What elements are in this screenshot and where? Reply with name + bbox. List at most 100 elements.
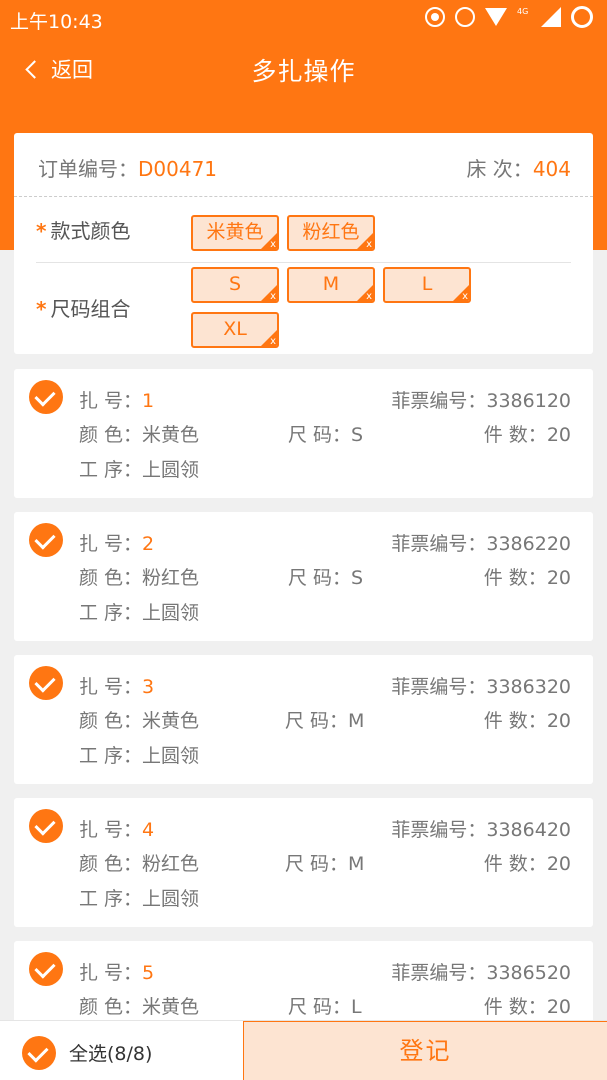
- ticket-number: 菲票编号：3386520: [391, 958, 571, 985]
- bundle-quantity-value: 20: [546, 567, 571, 589]
- close-icon: x: [366, 239, 372, 250]
- select-all-label[interactable]: 全选(8/8): [69, 1039, 152, 1066]
- alarm-icon: [455, 7, 475, 27]
- bundle-color: 颜 色：米黄色: [79, 706, 199, 733]
- field-label: 尺 码：: [288, 996, 352, 1018]
- bundle-process-value: 上圆领: [142, 602, 200, 624]
- field-label: 颜 色：: [79, 853, 143, 875]
- check-icon[interactable]: [29, 952, 63, 986]
- field-label: 件 数：: [483, 424, 547, 446]
- check-icon[interactable]: [29, 809, 63, 843]
- size-chip-3[interactable]: XL x: [191, 312, 279, 348]
- bundle-color-value: 米黄色: [142, 424, 200, 446]
- page-title: 多扎操作: [251, 57, 356, 86]
- check-icon[interactable]: [29, 523, 63, 557]
- order-header-card: 订单编号：D00471 床 次：404 * 款式颜色 米黄色 x 粉红色 x * 尺…: [14, 133, 593, 354]
- field-label: 件 数：: [483, 710, 547, 732]
- field-label: 工 序：: [79, 745, 143, 767]
- bundle-quantity: 件 数：20: [484, 849, 571, 876]
- bundle-color-value: 米黄色: [142, 996, 200, 1018]
- ticket-number: 菲票编号：3386220: [391, 529, 571, 556]
- bundle-size-value: M: [348, 853, 365, 875]
- bundle-size: 尺 码：S: [288, 563, 363, 590]
- size-chip-0[interactable]: S x: [191, 267, 279, 303]
- bundle-quantity-value: 20: [546, 996, 571, 1018]
- bundle-number-value: 5: [142, 962, 155, 984]
- field-label: 菲票编号：: [391, 390, 487, 412]
- bundle-number-value: 3: [142, 676, 155, 698]
- bundle-quantity: 件 数：20: [484, 563, 571, 590]
- bundle-size: 尺 码：M: [285, 849, 364, 876]
- close-icon: x: [366, 291, 372, 302]
- color-options-label-text: 款式颜色: [50, 219, 131, 243]
- status-icons: 4G: [425, 6, 593, 28]
- field-label: 工 序：: [79, 459, 143, 481]
- check-icon[interactable]: [29, 380, 63, 414]
- bundle-number-value: 4: [142, 819, 155, 841]
- bundle-color: 颜 色：米黄色: [79, 992, 199, 1019]
- bundle-number: 扎 号：2: [79, 529, 154, 556]
- bundle-size-value: L: [351, 996, 362, 1018]
- field-label: 件 数：: [483, 853, 547, 875]
- bundle-process: 工 序：上圆领: [79, 884, 199, 911]
- field-label: 颜 色：: [79, 567, 143, 589]
- select-all-check-icon[interactable]: [22, 1036, 56, 1070]
- signal-icon: [541, 7, 561, 27]
- field-label: 菲票编号：: [391, 962, 487, 984]
- ticket-number-value: 3386520: [486, 962, 571, 984]
- chip-label: S: [228, 273, 242, 295]
- required-star-icon: *: [36, 219, 47, 243]
- field-label: 菲票编号：: [391, 533, 487, 555]
- color-chip-1[interactable]: 粉红色 x: [287, 215, 375, 251]
- check-icon[interactable]: [29, 666, 63, 700]
- bundle-size: 尺 码：S: [288, 420, 363, 447]
- required-star-icon: *: [36, 297, 47, 321]
- color-options-row: * 款式颜色 米黄色 x 粉红色 x: [36, 199, 571, 263]
- bundle-size: 尺 码：L: [288, 992, 362, 1019]
- close-icon: x: [270, 239, 276, 250]
- field-label: 尺 码：: [285, 710, 349, 732]
- chip-label: XL: [223, 318, 247, 340]
- register-button[interactable]: 登记: [243, 1021, 607, 1080]
- bundle-color: 颜 色：米黄色: [79, 420, 199, 447]
- bundle-quantity: 件 数：20: [484, 992, 571, 1019]
- field-label: 扎 号：: [79, 962, 143, 984]
- bundle-list-item[interactable]: 扎 号：4 菲票编号：3386420 颜 色：粉红色 尺 码：M 件 数：20 …: [14, 798, 593, 927]
- bundle-number: 扎 号：3: [79, 672, 154, 699]
- size-options-row: * 尺码组合 S x M x L x XL x: [36, 264, 571, 354]
- bed-number: 床 次：404: [466, 153, 571, 182]
- bundle-number: 扎 号：5: [79, 958, 154, 985]
- bottom-action-bar: 全选(8/8) 登记: [0, 1020, 607, 1080]
- field-label: 扎 号：: [79, 676, 143, 698]
- bundle-list-item[interactable]: 扎 号：2 菲票编号：3386220 颜 色：粉红色 尺 码：S 件 数：20 …: [14, 512, 593, 641]
- bundle-number-value: 2: [142, 533, 155, 555]
- order-number-label: 订单编号：: [38, 157, 138, 181]
- bundle-size-value: S: [351, 424, 364, 446]
- close-icon: x: [462, 291, 468, 302]
- ticket-number-value: 3386420: [486, 819, 571, 841]
- bundle-process-value: 上圆领: [142, 745, 200, 767]
- chip-label: 粉红色: [302, 221, 360, 243]
- order-number-value: D00471: [138, 157, 218, 181]
- status-time: 上午10:43: [10, 11, 103, 33]
- bundle-quantity-value: 20: [546, 710, 571, 732]
- field-label: 菲票编号：: [391, 676, 487, 698]
- chip-label: M: [322, 273, 340, 295]
- ticket-number: 菲票编号：3386120: [391, 386, 571, 413]
- order-number: 订单编号：D00471: [38, 153, 217, 182]
- bundle-number: 扎 号：1: [79, 386, 154, 413]
- color-chip-0[interactable]: 米黄色 x: [191, 215, 279, 251]
- size-chip-1[interactable]: M x: [287, 267, 375, 303]
- size-options-label: * 尺码组合: [36, 293, 130, 322]
- ticket-number-value: 3386320: [486, 676, 571, 698]
- field-label: 尺 码：: [285, 853, 349, 875]
- bundle-quantity: 件 数：20: [484, 706, 571, 733]
- bundle-list-item[interactable]: 扎 号：3 菲票编号：3386320 颜 色：米黄色 尺 码：M 件 数：20 …: [14, 655, 593, 784]
- size-chip-2[interactable]: L x: [383, 267, 471, 303]
- wifi-icon: [485, 8, 507, 26]
- bundle-quantity-value: 20: [546, 424, 571, 446]
- bundle-color: 颜 色：粉红色: [79, 563, 199, 590]
- field-label: 工 序：: [79, 602, 143, 624]
- field-label: 菲票编号：: [391, 819, 487, 841]
- bundle-list-item[interactable]: 扎 号：1 菲票编号：3386120 颜 色：米黄色 尺 码：S 件 数：20 …: [14, 369, 593, 498]
